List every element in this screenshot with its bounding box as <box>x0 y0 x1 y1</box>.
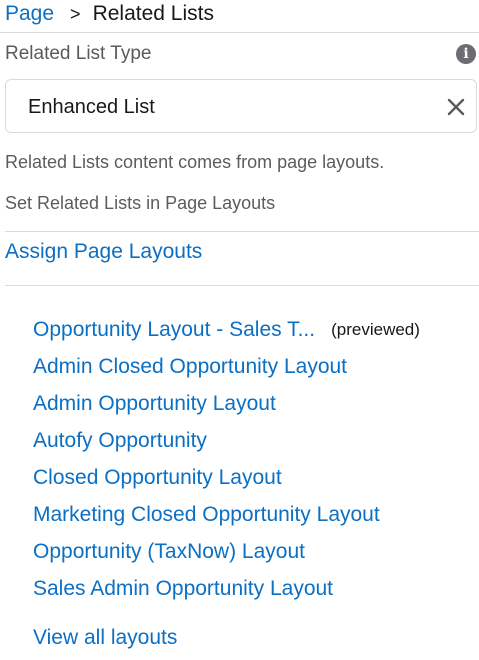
layout-link[interactable]: Opportunity (TaxNow) Layout <box>33 540 305 564</box>
layout-link[interactable]: Autofy Opportunity <box>33 429 207 453</box>
related-list-type-value: Enhanced List <box>28 96 155 118</box>
layout-link[interactable]: Admin Closed Opportunity Layout <box>33 355 347 379</box>
breadcrumb-current: Related Lists <box>92 2 214 25</box>
close-icon[interactable] <box>442 93 470 121</box>
breadcrumb: Page > Related Lists <box>5 0 214 28</box>
related-list-type-label: Related List Type <box>5 43 152 64</box>
list-item: Sales Admin Opportunity Layout <box>33 570 479 607</box>
layout-link[interactable]: Admin Opportunity Layout <box>33 392 276 416</box>
breadcrumb-separator: > <box>70 3 81 24</box>
layout-list: Opportunity Layout - Sales T... (previewe… <box>33 311 479 607</box>
list-item: Opportunity Layout - Sales T... (previewe… <box>33 311 479 348</box>
list-item: Autofy Opportunity <box>33 422 479 459</box>
list-item: Closed Opportunity Layout <box>33 459 479 496</box>
header-divider <box>0 32 479 33</box>
set-in-layouts-text: Set Related Lists in Page Layouts <box>5 193 276 213</box>
breadcrumb-page-link[interactable]: Page <box>5 2 54 26</box>
list-item: Opportunity (TaxNow) Layout <box>33 533 479 570</box>
layout-link[interactable]: Marketing Closed Opportunity Layout <box>33 503 380 527</box>
layout-link[interactable]: Closed Opportunity Layout <box>33 466 282 490</box>
list-item: Admin Closed Opportunity Layout <box>33 348 479 385</box>
info-icon[interactable]: i <box>456 44 476 64</box>
section-divider <box>5 231 479 232</box>
assign-page-layouts-link[interactable]: Assign Page Layouts <box>5 240 202 264</box>
previewed-badge: (previewed) <box>331 319 420 339</box>
view-all-layouts-link[interactable]: View all layouts <box>33 626 177 650</box>
list-item: Marketing Closed Opportunity Layout <box>33 496 479 533</box>
layout-link[interactable]: Opportunity Layout - Sales T... <box>33 318 315 342</box>
list-item: Admin Opportunity Layout <box>33 385 479 422</box>
related-list-type-combobox[interactable]: Enhanced List <box>5 79 477 133</box>
related-lists-help-text: Related Lists content comes from page la… <box>5 152 385 172</box>
section-divider <box>5 285 479 286</box>
layout-link[interactable]: Sales Admin Opportunity Layout <box>33 577 333 601</box>
